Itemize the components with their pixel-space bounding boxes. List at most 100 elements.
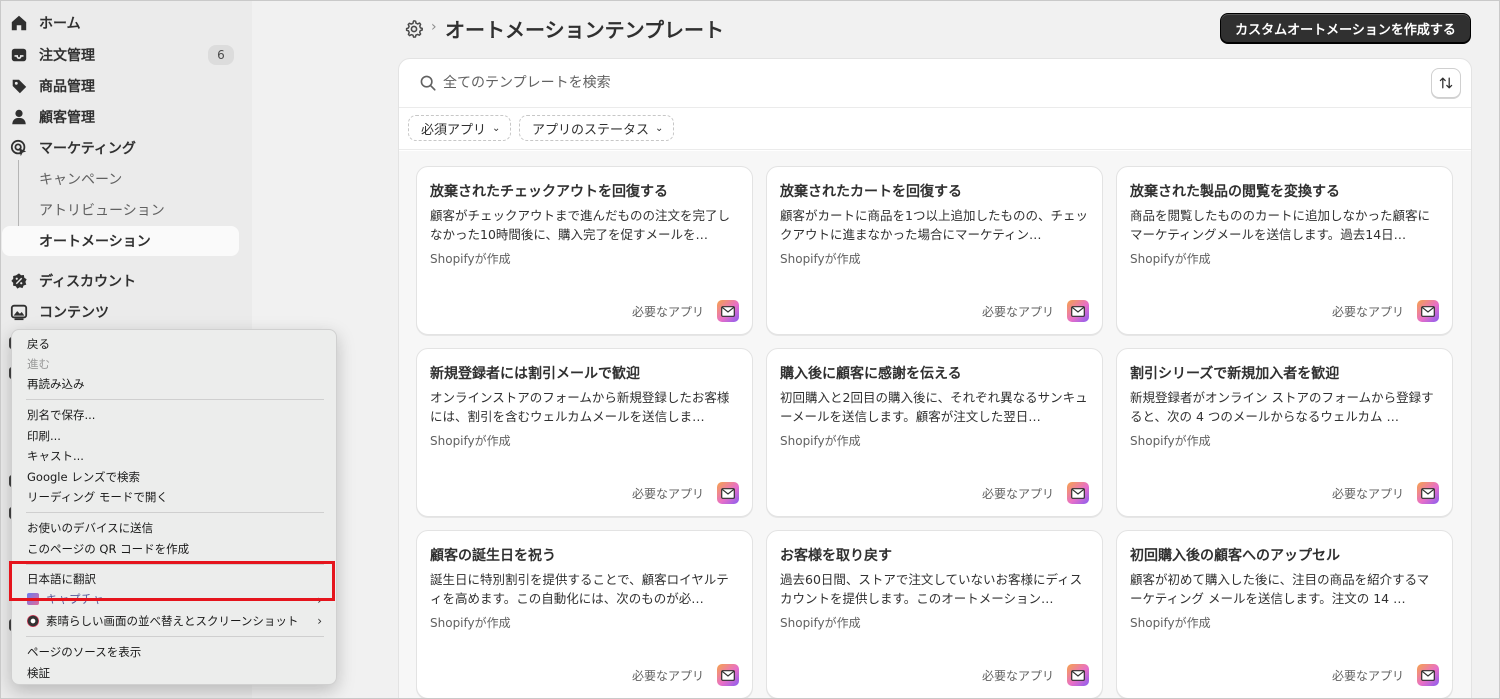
sidebar-subitem-campaigns[interactable]: キャンペーン bbox=[39, 168, 122, 190]
highlight-box bbox=[9, 561, 335, 601]
shopify-email-app-icon bbox=[1067, 300, 1089, 322]
required-apps-label: 必要なアプリ bbox=[631, 669, 704, 683]
browser-context-menu: 戻る 進む 再読み込み 別名で保存... 印刷... キャスト... Googl… bbox=[11, 329, 337, 685]
gear-icon[interactable] bbox=[404, 19, 424, 39]
required-apps-label: 必要なアプリ bbox=[631, 487, 704, 501]
menu-item-back[interactable]: 戻る bbox=[27, 336, 50, 352]
card-description: 顧客が初めて購入した後に、注目の商品を紹介するマーケティング メールを送信します… bbox=[1130, 572, 1430, 606]
shopify-email-app-icon bbox=[1067, 664, 1089, 686]
card-title: お客様を取り戻す bbox=[780, 548, 892, 564]
template-card[interactable]: 初回購入後の顧客へのアップセル顧客が初めて購入した後に、注目の商品を紹介するマー… bbox=[1116, 530, 1453, 699]
filter-required-app[interactable]: 必須アプリ ⌄ bbox=[408, 115, 512, 141]
sidebar-subitem-attribution[interactable]: アトリビューション bbox=[39, 199, 165, 221]
menu-item-label: 素晴らしい画面の並べ替えとスクリーンショット bbox=[46, 614, 299, 628]
sidebar-item-label: ホーム bbox=[39, 16, 81, 32]
required-apps-label: 必要なアプリ bbox=[1331, 669, 1404, 683]
orders-count-badge: 6 bbox=[208, 45, 234, 65]
template-card[interactable]: 放棄されたチェックアウトを回復する 顧客がチェックアウトまで進んだものの注文を完了… bbox=[416, 166, 753, 335]
search-row bbox=[399, 59, 1471, 108]
sidebar-item-discounts[interactable]: ディスカウント bbox=[0, 267, 240, 295]
menu-item-print[interactable]: 印刷... bbox=[27, 428, 61, 444]
filter-app-status[interactable]: アプリのステータス ⌄ bbox=[519, 115, 675, 141]
tag-icon bbox=[9, 76, 29, 96]
card-author: Shopifyが作成 bbox=[430, 616, 511, 630]
card-author: Shopifyが作成 bbox=[780, 252, 861, 266]
card-description: 顧客がカートに商品を1つ以上追加したものの、チェックアウトに進まなかった場合にマ… bbox=[780, 208, 1088, 242]
card-title: 初回購入後の顧客へのアップセル bbox=[1130, 548, 1340, 564]
menu-item-cast[interactable]: キャスト... bbox=[27, 448, 84, 464]
required-apps-label: 必要なアプリ bbox=[1331, 487, 1404, 501]
required-apps-label: 必要なアプリ bbox=[981, 487, 1054, 501]
menu-item-save-as[interactable]: 別名で保存... bbox=[27, 407, 95, 423]
sidebar-item-label: 注文管理 bbox=[39, 48, 95, 64]
search-input[interactable] bbox=[443, 71, 1403, 95]
sidebar-item-products[interactable]: 商品管理 bbox=[0, 72, 240, 100]
template-card[interactable]: 割引シリーズで新規加入者を歓迎新規登録者がオンライン ストアのフォームから登録す… bbox=[1116, 348, 1453, 517]
sidebar-item-customers[interactable]: 顧客管理 bbox=[0, 103, 240, 131]
filter-label: 必須アプリ bbox=[421, 122, 487, 138]
sort-button[interactable] bbox=[1431, 68, 1461, 98]
shopify-email-app-icon bbox=[1417, 482, 1439, 504]
screenshot-extension-icon bbox=[27, 615, 39, 627]
shopify-email-app-icon bbox=[717, 664, 739, 686]
card-title: 購入後に顧客に感謝を伝える bbox=[780, 366, 962, 382]
submenu-arrow-icon: › bbox=[317, 614, 322, 628]
menu-item-view-source[interactable]: ページのソースを表示 bbox=[27, 644, 141, 660]
card-description: 新規登録者がオンライン ストアのフォームから登録すると、次の 4 つのメールから… bbox=[1130, 390, 1434, 424]
image-icon bbox=[9, 302, 29, 322]
shopify-email-app-icon bbox=[1417, 664, 1439, 686]
template-card[interactable]: 放棄されたカートを回復する顧客がカートに商品を1つ以上追加したものの、チェックア… bbox=[766, 166, 1103, 335]
shopify-email-app-icon bbox=[1067, 482, 1089, 504]
inbox-icon bbox=[9, 45, 29, 65]
card-author: Shopifyが作成 bbox=[1130, 434, 1211, 448]
menu-item-reload[interactable]: 再読み込み bbox=[27, 376, 85, 392]
card-author: Shopifyが作成 bbox=[1130, 252, 1211, 266]
card-description: 過去60日間、ストアで注文していないお客様にディスカウントを提供します。このオー… bbox=[780, 572, 1083, 606]
required-apps-label: 必要なアプリ bbox=[981, 669, 1054, 683]
sidebar-item-marketing[interactable]: マーケティング bbox=[0, 134, 240, 162]
discount-icon bbox=[9, 271, 29, 291]
card-author: Shopifyが作成 bbox=[780, 616, 861, 630]
card-author: Shopifyが作成 bbox=[780, 434, 861, 448]
card-author: Shopifyが作成 bbox=[1130, 616, 1211, 630]
shopify-email-app-icon bbox=[717, 482, 739, 504]
search-icon bbox=[420, 75, 436, 91]
sidebar-overflow bbox=[0, 329, 15, 685]
template-card[interactable]: 新規登録者には割引メールで歓迎 オンラインストアのフォームから新規登録したお客様に… bbox=[416, 348, 753, 517]
target-icon bbox=[9, 138, 29, 158]
sort-arrows-icon bbox=[1439, 77, 1453, 89]
menu-item-screenshot-extension[interactable]: 素晴らしい画面の並べ替えとスクリーンショット bbox=[27, 613, 298, 629]
menu-item-reading-mode[interactable]: リーディング モードで開く bbox=[27, 489, 168, 505]
menu-item-google-lens[interactable]: Google レンズで検索 bbox=[27, 469, 140, 485]
filter-row: 必須アプリ ⌄ アプリのステータス ⌄ bbox=[399, 108, 1471, 150]
template-card[interactable]: 顧客の誕生日を祝う誕生日に特別割引を提供することで、顧客ロイヤルティを高めます。… bbox=[416, 530, 753, 699]
sidebar-subitem-automations[interactable]: オートメーション bbox=[2, 226, 239, 256]
shopify-email-app-icon bbox=[1417, 300, 1439, 322]
sidebar-item-label: コンテンツ bbox=[39, 305, 109, 321]
menu-item-qr-code[interactable]: このページの QR コードを作成 bbox=[27, 541, 189, 557]
menu-separator bbox=[26, 399, 324, 400]
card-author: Shopifyが作成 bbox=[430, 434, 511, 448]
card-title: 顧客の誕生日を祝う bbox=[430, 548, 556, 564]
required-apps-label: 必要なアプリ bbox=[981, 305, 1054, 319]
shopify-email-app-icon bbox=[717, 300, 739, 322]
menu-item-inspect[interactable]: 検証 bbox=[27, 665, 50, 681]
template-card[interactable]: 購入後に顧客に感謝を伝える初回購入と2回目の購入後に、それぞれ異なるサンキューメ… bbox=[766, 348, 1103, 517]
sidebar-item-content[interactable]: コンテンツ bbox=[0, 298, 240, 326]
filter-label: アプリのステータス bbox=[532, 122, 650, 138]
sidebar-item-label: ディスカウント bbox=[39, 274, 137, 290]
card-description: 商品を閲覧したもののカートに追加しなかった顧客にマーケティングメールを送信します… bbox=[1130, 208, 1431, 242]
menu-item-send-to-device[interactable]: お使いのデバイスに送信 bbox=[27, 520, 153, 536]
card-description: 顧客がチェックアウトまで進んだものの注文を完了しなかった10時間後に、購入完了を… bbox=[430, 208, 731, 242]
card-description: オンラインストアのフォームから新規登録したお客様には、割引を含むウェルカムメール… bbox=[430, 390, 730, 424]
card-title: 割引シリーズで新規加入者を歓迎 bbox=[1130, 366, 1340, 382]
sidebar-item-home[interactable]: ホーム bbox=[0, 9, 240, 37]
create-custom-automation-button[interactable]: カスタムオートメーションを作成する bbox=[1220, 13, 1471, 44]
sidebar-item-orders[interactable]: 注文管理 6 bbox=[0, 41, 240, 69]
template-card[interactable]: お客様を取り戻す過去60日間、ストアで注文していないお客様にディスカウントを提供… bbox=[766, 530, 1103, 699]
template-card[interactable]: 放棄された製品の閲覧を変換する 商品を閲覧したもののカートに追加しなかった顧客にマ… bbox=[1116, 166, 1453, 335]
card-description: 誕生日に特別割引を提供することで、顧客ロイヤルティを高めます。この自動化には、次… bbox=[430, 572, 729, 606]
breadcrumb-chevron-icon: › bbox=[431, 19, 437, 35]
card-description: 初回購入と2回目の購入後に、それぞれ異なるサンキューメールを送信します。顧客が注… bbox=[780, 390, 1088, 424]
card-title: 放棄されたカートを回復する bbox=[780, 184, 962, 200]
